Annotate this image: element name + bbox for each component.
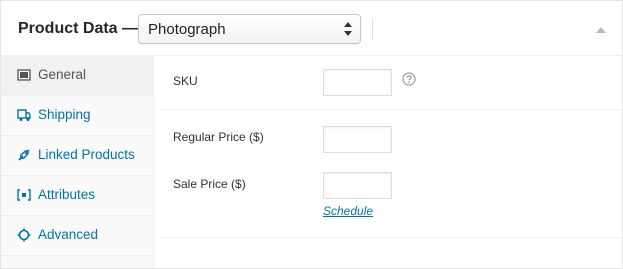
truck-icon [17,109,31,121]
regular-price-input[interactable] [323,126,392,153]
link-icon [18,149,30,161]
tab-advanced-label: Advanced [38,227,99,242]
product-data-tabs: General Shipping Linked Products Attribu… [1,56,154,268]
general-icon [17,69,31,81]
gear-icon [17,228,31,242]
attributes-icon [17,189,31,201]
panel-header: Product Data — Photograph [1,1,622,56]
help-icon[interactable] [402,72,416,86]
tab-linked-products[interactable]: Linked Products [1,136,153,176]
collapse-arrow-icon[interactable] [595,25,607,35]
regular-price-label: Regular Price ($) [173,130,264,144]
product-type-value: Photograph [148,21,226,38]
sale-price-label: Sale Price ($) [173,177,246,191]
pricing-divider-bottom [160,237,622,238]
sku-input[interactable] [323,69,392,96]
product-type-select[interactable]: Photograph [138,14,361,44]
tab-linked-products-label: Linked Products [38,147,135,162]
sale-price-input[interactable] [323,172,392,199]
select-arrows-icon [344,22,352,36]
tab-shipping[interactable]: Shipping [1,96,153,136]
tab-general[interactable]: General [1,56,154,96]
tab-attributes[interactable]: Attributes [1,176,153,216]
pricing-divider-top [160,109,622,110]
product-data-panel: Product Data — Photograph General Shippi… [0,0,623,269]
tab-advanced[interactable]: Advanced [1,216,153,256]
panel-title: Product Data — [18,20,139,37]
schedule-link[interactable]: Schedule [323,204,373,218]
header-divider [372,19,373,39]
sku-label: SKU [173,74,198,88]
tab-attributes-label: Attributes [38,187,96,202]
general-panel: SKU Regular Price ($) Sale Price ($) Sch… [154,56,622,268]
tab-general-label: General [38,67,87,82]
tab-shipping-label: Shipping [38,107,91,122]
